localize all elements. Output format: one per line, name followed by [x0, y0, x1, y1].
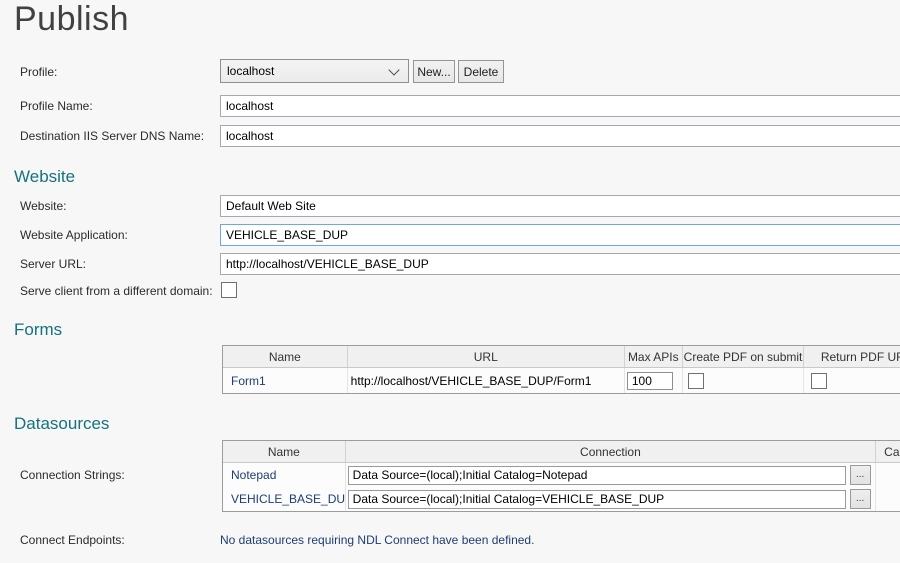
- new-profile-button[interactable]: New...: [413, 60, 455, 83]
- table-row: VEHICLE_BASE_DUP ...: [223, 487, 900, 511]
- datasources-col-catalog: Ca: [884, 444, 900, 459]
- datasources-table-header: Name Connection Ca: [223, 441, 900, 463]
- datasource-catalog-cell: [876, 487, 900, 511]
- profile-label: Profile:: [20, 65, 58, 79]
- delete-profile-button[interactable]: Delete: [458, 60, 504, 83]
- datasource-name-link[interactable]: VEHICLE_BASE_DUP: [231, 492, 345, 506]
- datasources-table: Name Connection Ca Notepad ... VEHICLE_B…: [222, 440, 900, 512]
- destination-dns-label: Destination IIS Server DNS Name:: [20, 129, 205, 143]
- forms-col-return-pdf: Return PDF URL: [820, 349, 900, 364]
- profile-dropdown-value: localhost: [227, 64, 275, 78]
- profile-name-label: Profile Name:: [20, 99, 93, 113]
- forms-table: Name URL Max APIs Create PDF on submit R…: [222, 345, 900, 394]
- datasource-name-link[interactable]: Notepad: [231, 468, 276, 482]
- profile-dropdown[interactable]: localhost: [220, 59, 409, 83]
- return-pdf-checkbox[interactable]: [811, 372, 828, 389]
- browse-connection-button[interactable]: ...: [849, 489, 871, 509]
- publish-page: Publish Profile: localhost New... Delete…: [0, 0, 900, 563]
- connection-string-input[interactable]: [347, 465, 846, 485]
- table-row: Form1 http://localhost/VEHICLE_BASE_DUP/…: [223, 368, 900, 393]
- website-section-header: Website: [14, 167, 76, 186]
- datasources-col-name: Name: [223, 441, 346, 462]
- create-pdf-checkbox[interactable]: [687, 372, 704, 389]
- page-title: Publish: [14, 0, 130, 38]
- profile-name-input[interactable]: [220, 95, 900, 117]
- forms-col-url: URL: [348, 346, 625, 367]
- browse-connection-button[interactable]: ...: [849, 465, 871, 485]
- form-url-cell: http://localhost/VEHICLE_BASE_DUP/Form1: [348, 368, 625, 393]
- connect-endpoints-label: Connect Endpoints:: [20, 533, 125, 547]
- forms-col-create-pdf: Create PDF on submit: [683, 346, 805, 367]
- website-application-label: Website Application:: [20, 228, 128, 242]
- website-application-input[interactable]: [220, 224, 900, 246]
- destination-dns-input[interactable]: [220, 125, 900, 147]
- connection-strings-label: Connection Strings:: [20, 468, 125, 482]
- website-input[interactable]: [220, 195, 900, 217]
- forms-col-max-apis: Max APIs: [625, 346, 683, 367]
- forms-table-header: Name URL Max APIs Create PDF on submit R…: [223, 346, 900, 368]
- forms-col-name: Name: [223, 346, 348, 367]
- form-name-link[interactable]: Form1: [231, 374, 266, 388]
- table-row: Notepad ...: [223, 463, 900, 487]
- connect-endpoints-message: No datasources requiring NDL Connect hav…: [220, 533, 535, 547]
- datasources-col-connection: Connection: [346, 441, 877, 462]
- connection-string-input[interactable]: [347, 489, 846, 509]
- forms-section-header: Forms: [14, 320, 63, 339]
- chevron-down-icon: [388, 63, 400, 76]
- serve-client-label: Serve client from a different domain:: [20, 284, 213, 298]
- serve-client-checkbox[interactable]: [221, 282, 237, 298]
- datasource-catalog-cell: [876, 463, 900, 487]
- server-url-input[interactable]: [220, 253, 900, 275]
- max-apis-input[interactable]: [626, 371, 673, 390]
- datasources-section-header: Datasources: [14, 414, 110, 433]
- website-label: Website:: [20, 199, 67, 213]
- server-url-label: Server URL:: [20, 257, 87, 271]
